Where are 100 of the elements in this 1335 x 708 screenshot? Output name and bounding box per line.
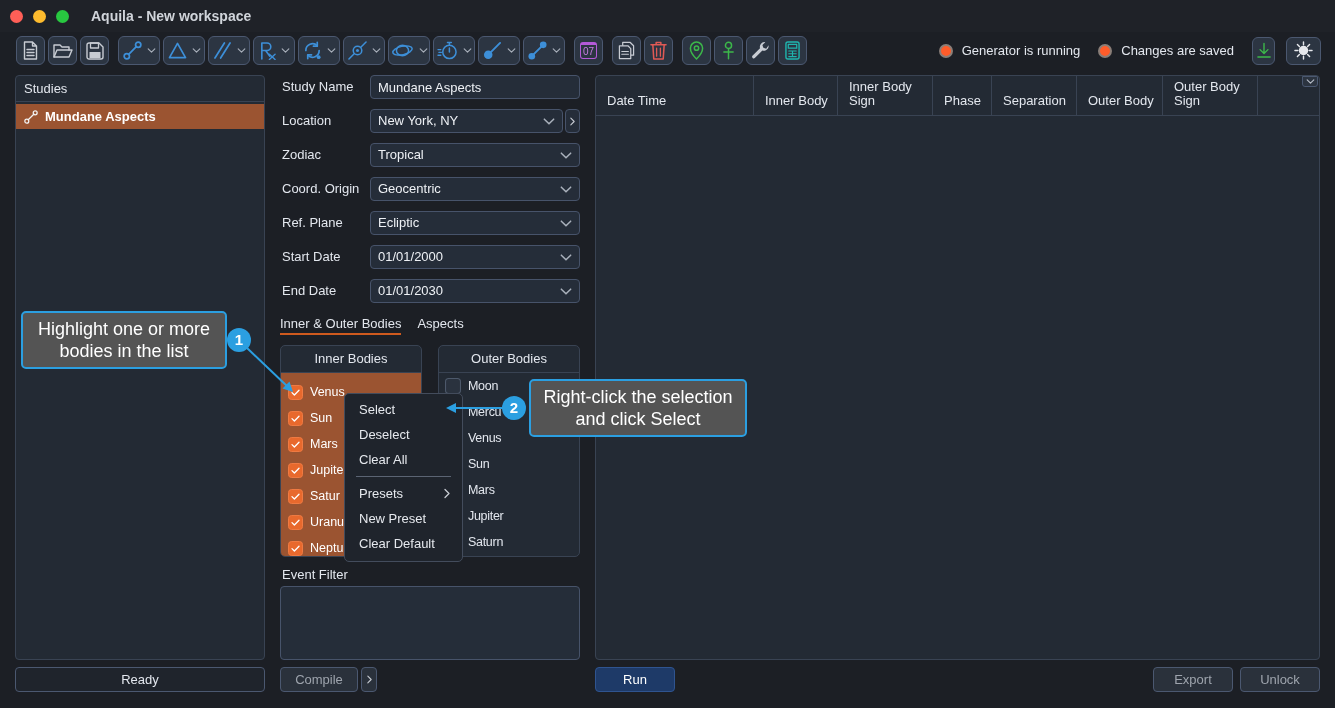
select-field[interactable]: Geocentric bbox=[370, 177, 580, 201]
select-field[interactable]: 01/01/2030 bbox=[370, 279, 580, 303]
checkbox[interactable] bbox=[445, 378, 461, 394]
list-item[interactable]: Sun bbox=[468, 454, 490, 474]
menu-item[interactable]: Presets bbox=[345, 481, 462, 506]
dropdown-button[interactable] bbox=[343, 36, 385, 65]
status-panel: Ready bbox=[15, 667, 265, 692]
checkbox[interactable] bbox=[288, 462, 303, 478]
study-item[interactable]: Mundane Aspects bbox=[16, 104, 264, 129]
chevron-down-icon bbox=[326, 48, 336, 53]
chevron-down-icon bbox=[560, 219, 572, 227]
field-label: Start Date bbox=[281, 248, 342, 267]
dropdown-button[interactable] bbox=[163, 36, 205, 65]
column-header[interactable]: Outer Body bbox=[1077, 76, 1163, 115]
dropdown-button[interactable] bbox=[208, 36, 250, 65]
checkbox[interactable] bbox=[288, 410, 303, 426]
menu-item[interactable]: Select bbox=[345, 397, 462, 422]
tab[interactable]: Inner & Outer Bodies bbox=[280, 314, 402, 335]
rx-symbol-icon bbox=[258, 41, 276, 60]
column-header[interactable]: Inner Body bbox=[754, 76, 838, 115]
list-item[interactable]: Mars bbox=[310, 434, 338, 454]
toolbar-button[interactable] bbox=[80, 36, 109, 65]
zoom-button[interactable] bbox=[56, 9, 69, 23]
field-label: Event Filter bbox=[281, 568, 349, 582]
column-menu-button[interactable] bbox=[1302, 76, 1318, 87]
list-item[interactable]: Satur bbox=[310, 486, 340, 506]
dropdown-button[interactable] bbox=[118, 36, 160, 65]
list-item[interactable]: Venus bbox=[468, 428, 502, 448]
folder-icon bbox=[52, 42, 73, 59]
connected-dots-icon bbox=[527, 41, 547, 60]
chevron-down-icon bbox=[418, 48, 428, 53]
chevron-down-icon bbox=[560, 185, 572, 193]
column-header[interactable]: Separation bbox=[992, 76, 1077, 115]
column-header[interactable]: Phase bbox=[933, 76, 992, 115]
dropdown-button[interactable] bbox=[388, 36, 430, 65]
next-button[interactable] bbox=[565, 109, 580, 133]
calendar-button[interactable]: 07 bbox=[574, 36, 603, 65]
toolbar-button[interactable] bbox=[48, 36, 77, 65]
toolbar-button[interactable] bbox=[16, 36, 45, 65]
select-field[interactable]: Tropical bbox=[370, 143, 580, 167]
checkbox[interactable] bbox=[288, 540, 303, 556]
list-item[interactable]: Jupiter bbox=[468, 506, 504, 526]
select-field[interactable]: Ecliptic bbox=[370, 211, 580, 235]
select-field[interactable]: New York, NY bbox=[370, 109, 563, 133]
list-item[interactable]: Moon bbox=[468, 376, 499, 396]
field-label: Location bbox=[281, 112, 333, 131]
column-header[interactable]: Inner Body Sign bbox=[838, 76, 933, 115]
status-text: Changes are saved bbox=[1121, 41, 1234, 60]
column-header[interactable]: Date Time bbox=[596, 76, 754, 115]
dot-line-icon bbox=[482, 41, 502, 60]
list-item[interactable]: Saturn bbox=[468, 532, 504, 552]
checkbox[interactable] bbox=[288, 436, 303, 452]
next-button[interactable] bbox=[361, 667, 377, 692]
node-link-icon bbox=[122, 41, 142, 60]
chevron-down-icon bbox=[191, 48, 201, 53]
chevron-down-icon bbox=[146, 48, 156, 53]
checkbox[interactable] bbox=[288, 488, 303, 504]
run-button[interactable]: Run bbox=[595, 667, 675, 692]
toolbar-button[interactable] bbox=[612, 36, 641, 65]
dropdown-button[interactable] bbox=[253, 36, 295, 65]
column-header[interactable]: Outer Body Sign bbox=[1163, 76, 1258, 115]
chevron-right-icon bbox=[570, 116, 575, 126]
triangle-icon bbox=[167, 42, 187, 59]
dropdown-button[interactable] bbox=[298, 36, 340, 65]
toolbar-button[interactable] bbox=[1286, 36, 1321, 65]
select-field[interactable]: 01/01/2000 bbox=[370, 245, 580, 269]
toolbar-button[interactable] bbox=[714, 36, 743, 65]
menu-item[interactable]: Deselect bbox=[345, 422, 462, 447]
panel-title: Outer Bodies bbox=[439, 346, 579, 373]
text-field[interactable]: Mundane Aspects bbox=[370, 75, 580, 99]
copy-icon bbox=[618, 41, 635, 60]
menu-item[interactable]: New Preset bbox=[345, 506, 462, 531]
close-button[interactable] bbox=[10, 9, 23, 23]
list-item[interactable]: Venus bbox=[310, 382, 345, 402]
dropdown-button[interactable] bbox=[478, 36, 520, 65]
field-label: End Date bbox=[281, 282, 338, 301]
event-filter-field[interactable] bbox=[280, 586, 580, 660]
field-label: Study Name bbox=[281, 78, 355, 97]
list-item[interactable]: Sun bbox=[310, 408, 333, 428]
list-item[interactable]: Neptu bbox=[310, 538, 344, 556]
chevron-down-icon bbox=[543, 117, 555, 125]
dropdown-button[interactable] bbox=[523, 36, 565, 65]
chevron-down-icon bbox=[280, 48, 290, 53]
tab[interactable]: Aspects bbox=[417, 314, 464, 335]
menu-item[interactable]: Clear All bbox=[345, 447, 462, 472]
toolbar-button[interactable] bbox=[778, 36, 807, 65]
list-item[interactable]: Jupite bbox=[310, 460, 344, 480]
menu-item[interactable]: Clear Default bbox=[345, 531, 462, 556]
toolbar-button[interactable] bbox=[682, 36, 711, 65]
dropdown-button[interactable] bbox=[433, 36, 475, 65]
field-label: Ref. Plane bbox=[281, 214, 344, 233]
callout: Highlight one or more bodies in the list bbox=[21, 311, 227, 369]
toolbar-button[interactable] bbox=[746, 36, 775, 65]
list-item[interactable]: Uranu bbox=[310, 512, 345, 532]
list-item[interactable]: Mars bbox=[468, 480, 495, 500]
ankh-icon bbox=[722, 41, 735, 60]
checkbox[interactable] bbox=[288, 514, 303, 530]
minimize-button[interactable] bbox=[33, 9, 46, 23]
chevron-down-icon bbox=[462, 48, 472, 53]
chevron-down-icon bbox=[560, 151, 572, 159]
